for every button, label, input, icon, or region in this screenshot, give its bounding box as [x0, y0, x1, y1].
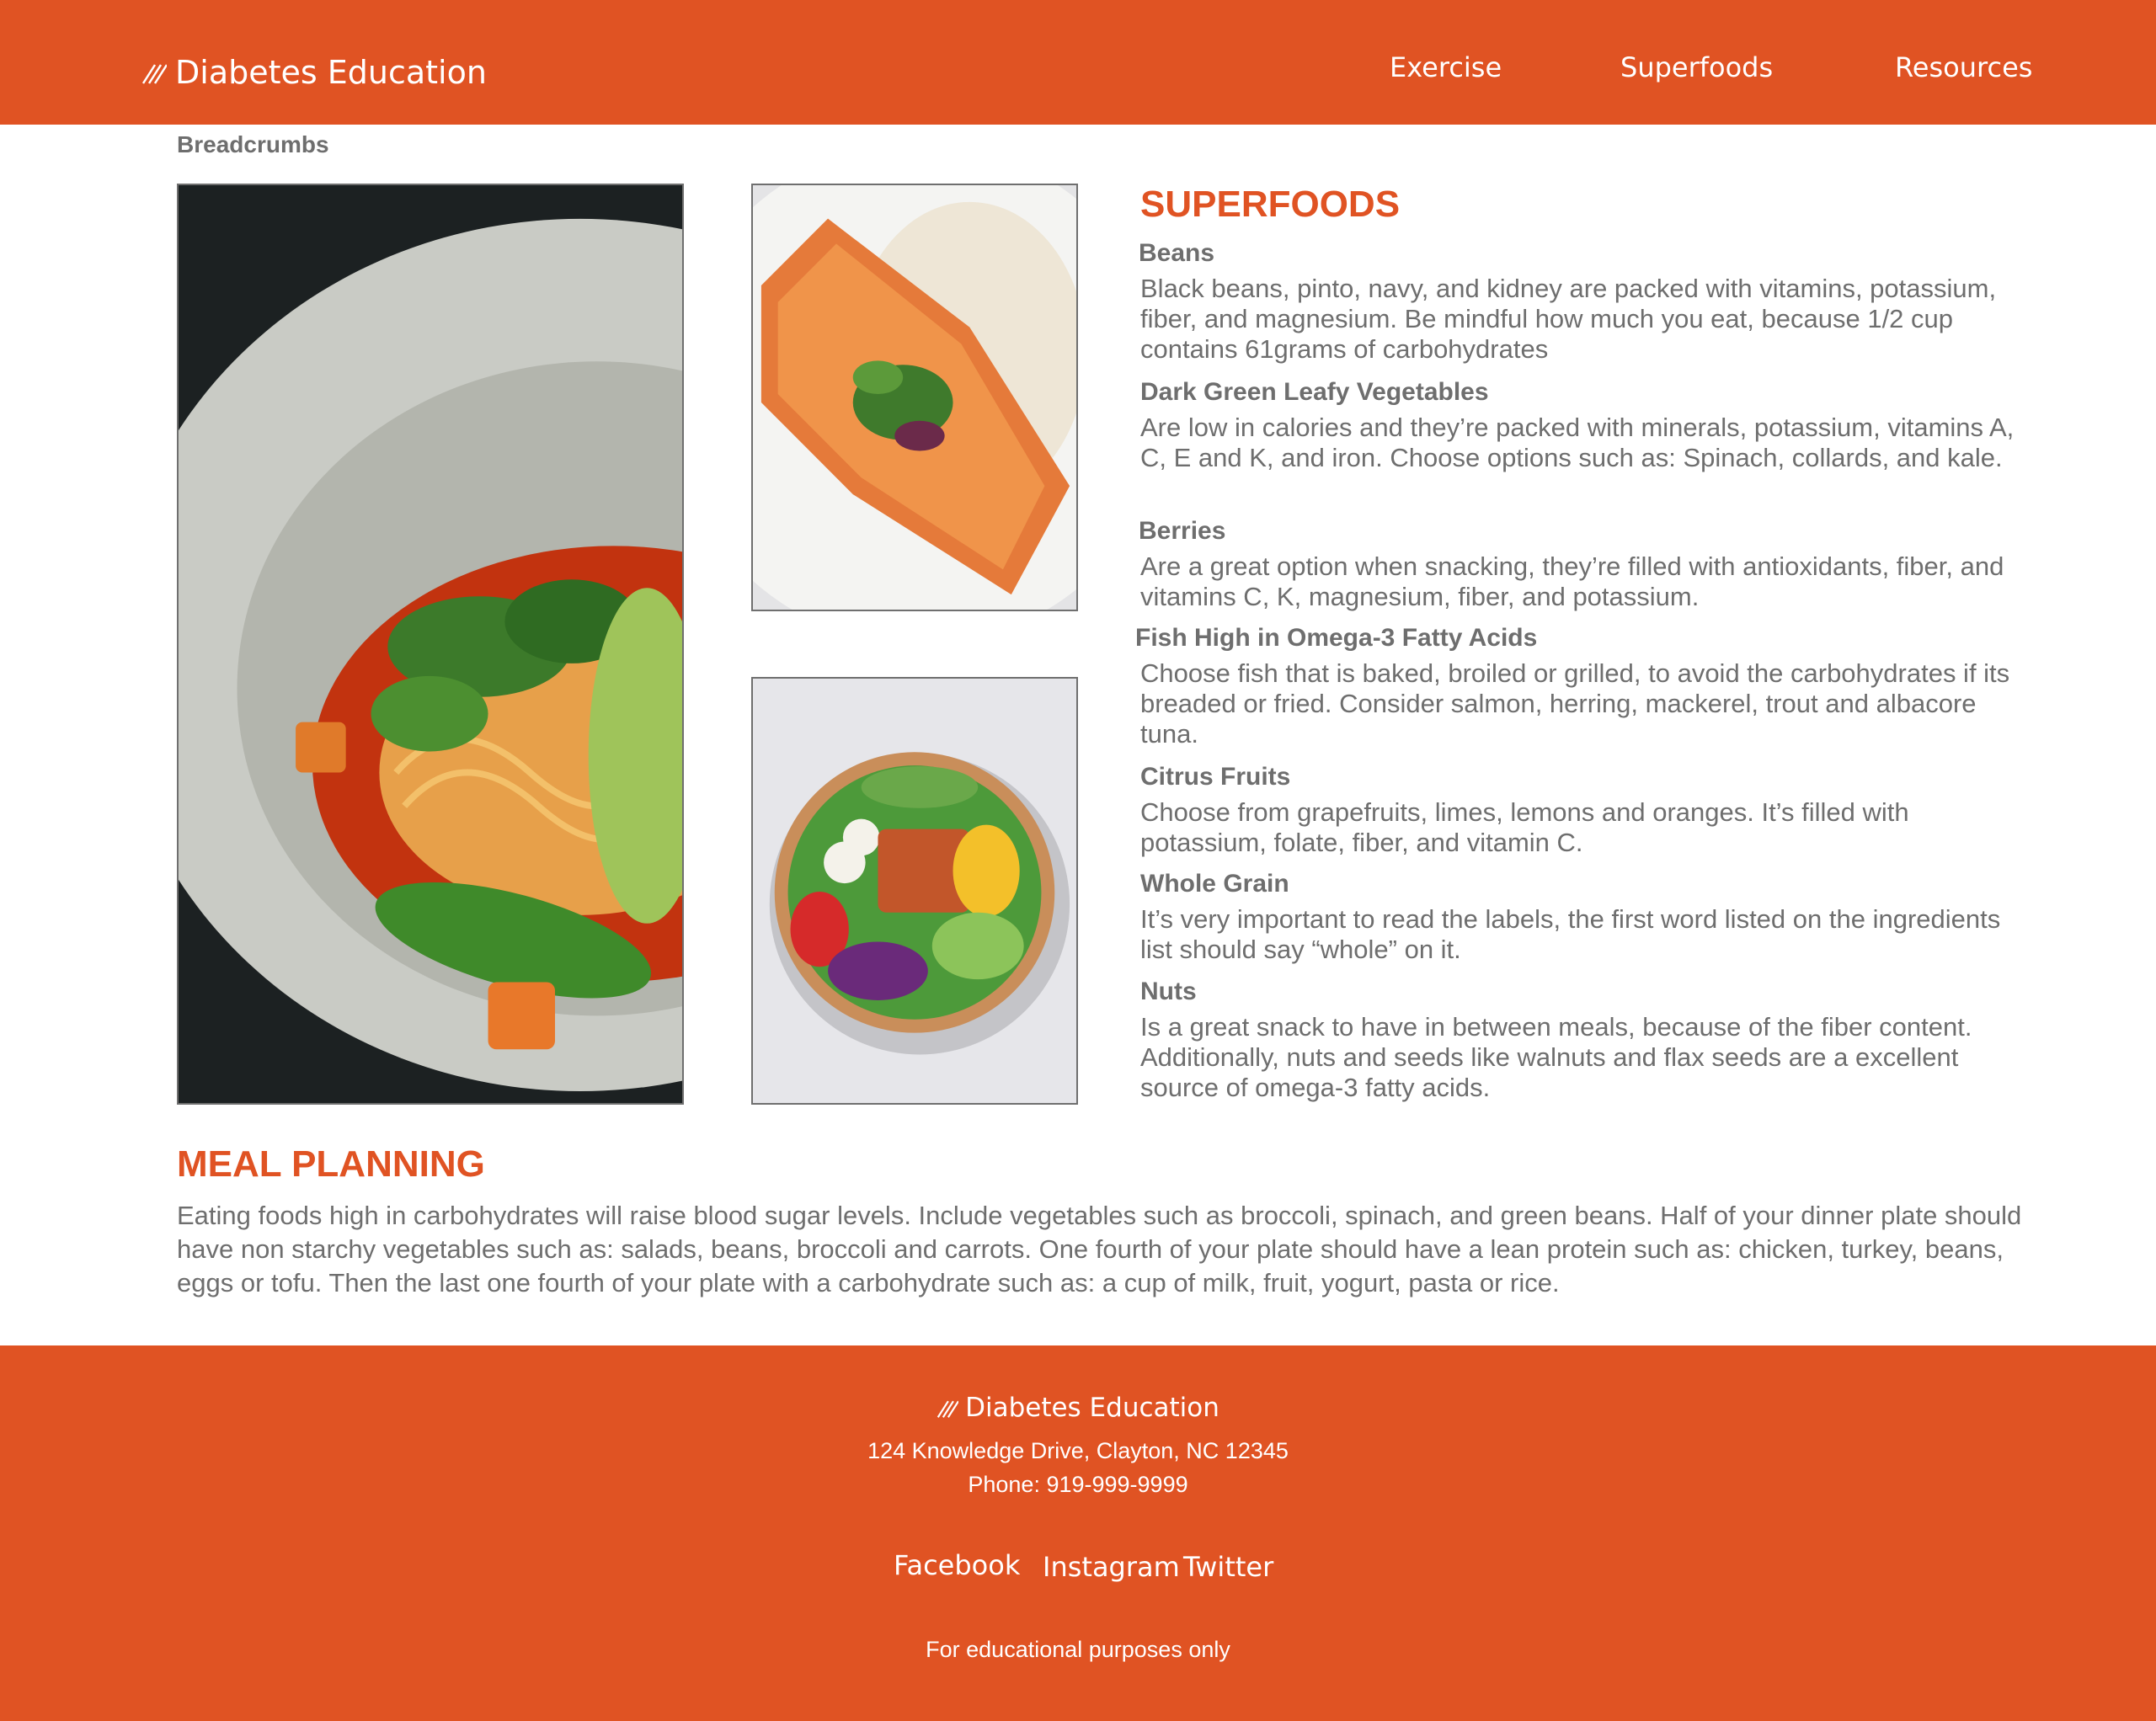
- food-title-leafy-greens: Dark Green Leafy Vegetables: [1140, 378, 1489, 406]
- brand-logo-link[interactable]: Diabetes Education: [141, 49, 487, 96]
- diagonal-lines-logo-icon: [141, 64, 167, 84]
- salad-bowl-image: [751, 677, 1078, 1105]
- site-header: Diabetes Education Exercise Superfoods R…: [0, 0, 2156, 125]
- food-title-citrus: Citrus Fruits: [1140, 763, 1291, 791]
- food-desc-fish: Choose fish that is baked, broiled or gr…: [1140, 658, 2010, 749]
- food-title-beans: Beans: [1139, 239, 1215, 267]
- meal-planning-text: Eating foods high in carbohydrates will …: [177, 1201, 2022, 1297]
- food-title-whole-grain: Whole Grain: [1140, 870, 1289, 898]
- footer-brand[interactable]: Diabetes Education: [0, 1393, 2156, 1423]
- superfoods-heading: SUPERFOODS: [1140, 184, 1401, 225]
- food-desc-leafy-greens: Are low in calories and they’re packed w…: [1140, 413, 2015, 472]
- salmon-fillet-image: [751, 184, 1078, 611]
- footer-address: 124 Knowledge Drive, Clayton, NC 12345: [867, 1438, 1289, 1463]
- social-link-facebook[interactable]: Facebook: [894, 1549, 1020, 1581]
- nav-exercise[interactable]: Exercise: [1390, 51, 1502, 84]
- noodle-soup-bowl-image: [177, 184, 684, 1105]
- food-desc-berries: Are a great option when snacking, they’r…: [1140, 551, 2004, 611]
- food-title-fish: Fish High in Omega-3 Fatty Acids: [1135, 624, 1538, 652]
- site-footer: Diabetes Education 124 Knowledge Drive, …: [0, 1345, 2156, 1721]
- brand-name: Diabetes Education: [175, 54, 487, 91]
- food-title-berries: Berries: [1139, 517, 1226, 545]
- meal-planning-heading: MEAL PLANNING: [177, 1143, 485, 1185]
- food-title-nuts: Nuts: [1140, 978, 1197, 1005]
- footer-brand-name: Diabetes Education: [965, 1393, 1219, 1423]
- social-link-instagram[interactable]: Instagram: [1043, 1551, 1180, 1583]
- footer-disclaimer: For educational purposes only: [926, 1637, 1230, 1662]
- food-desc-citrus: Choose from grapefruits, limes, lemons a…: [1140, 797, 1909, 857]
- breadcrumb[interactable]: Breadcrumbs: [177, 131, 329, 158]
- diagonal-lines-logo-icon: [937, 1400, 959, 1418]
- nav-resources[interactable]: Resources: [1895, 51, 2032, 84]
- nav-superfoods[interactable]: Superfoods: [1620, 51, 1773, 84]
- food-desc-beans: Black beans, pinto, navy, and kidney are…: [1140, 274, 1997, 364]
- social-link-twitter[interactable]: Twitter: [1183, 1551, 1273, 1583]
- food-desc-nuts: Is a great snack to have in between meal…: [1140, 1012, 1972, 1102]
- food-desc-whole-grain: It’s very important to read the labels, …: [1140, 904, 2001, 964]
- footer-phone: Phone: 919-999-9999: [968, 1472, 1188, 1497]
